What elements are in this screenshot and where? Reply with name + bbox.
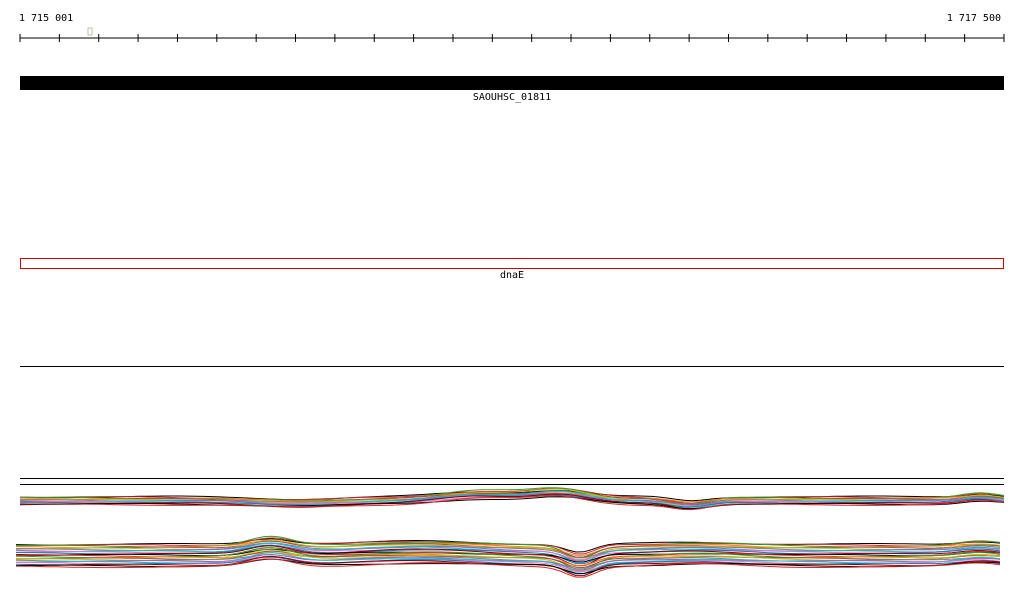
- coverage-track-lower: [15, 535, 1001, 578]
- coverage-track-upper: [19, 487, 1005, 511]
- coverage-tracks: [15, 487, 1005, 578]
